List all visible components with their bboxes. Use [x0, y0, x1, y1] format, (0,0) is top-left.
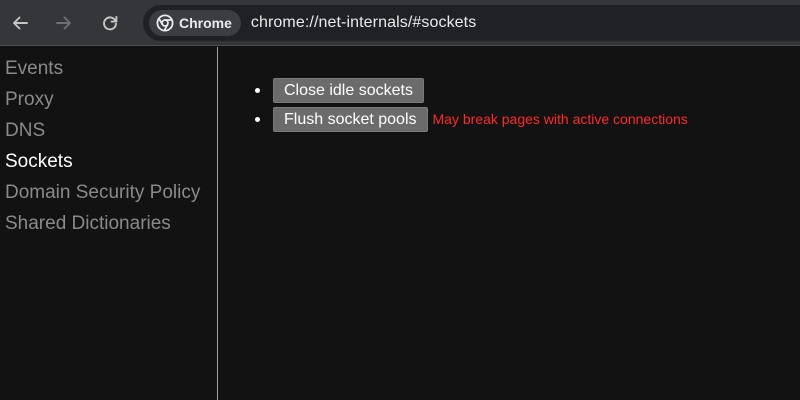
- bullet-icon: [255, 87, 260, 93]
- site-info-chip[interactable]: Chrome: [149, 10, 241, 36]
- arrow-left-icon: [13, 16, 28, 30]
- chip-label: Chrome: [179, 15, 232, 31]
- arrow-right-icon: [56, 16, 71, 30]
- flush-warning-text: May break pages with active connections: [432, 111, 688, 127]
- sidebar-item-domain-security-policy[interactable]: Domain Security Policy: [0, 179, 217, 210]
- socket-actions-list: Close idle sockets Flush socket pools Ma…: [255, 77, 688, 135]
- sidebar-item-shared-dictionaries[interactable]: Shared Dictionaries: [0, 210, 217, 241]
- back-button[interactable]: [6, 9, 34, 37]
- main-content: Close idle sockets Flush socket pools Ma…: [219, 47, 800, 400]
- url-text[interactable]: chrome://net-internals/#sockets: [251, 14, 476, 32]
- reload-icon: [103, 15, 118, 31]
- bullet-icon: [255, 116, 260, 122]
- flush-socket-pools-button[interactable]: Flush socket pools: [273, 106, 428, 132]
- chrome-logo-icon: [156, 14, 174, 32]
- list-item: Flush socket pools May break pages with …: [255, 106, 688, 132]
- sidebar: Events Proxy DNS Sockets Domain Security…: [0, 47, 218, 400]
- sidebar-item-dns[interactable]: DNS: [0, 117, 217, 148]
- list-item: Close idle sockets: [255, 77, 688, 103]
- sidebar-item-proxy[interactable]: Proxy: [0, 86, 217, 117]
- sidebar-item-sockets[interactable]: Sockets: [0, 148, 217, 179]
- forward-button[interactable]: [50, 9, 78, 37]
- address-bar[interactable]: Chrome chrome://net-internals/#sockets: [143, 5, 800, 41]
- close-idle-sockets-button[interactable]: Close idle sockets: [273, 77, 424, 103]
- sidebar-item-events[interactable]: Events: [0, 55, 217, 86]
- browser-toolbar: Chrome chrome://net-internals/#sockets: [0, 0, 800, 46]
- reload-button[interactable]: [96, 9, 124, 37]
